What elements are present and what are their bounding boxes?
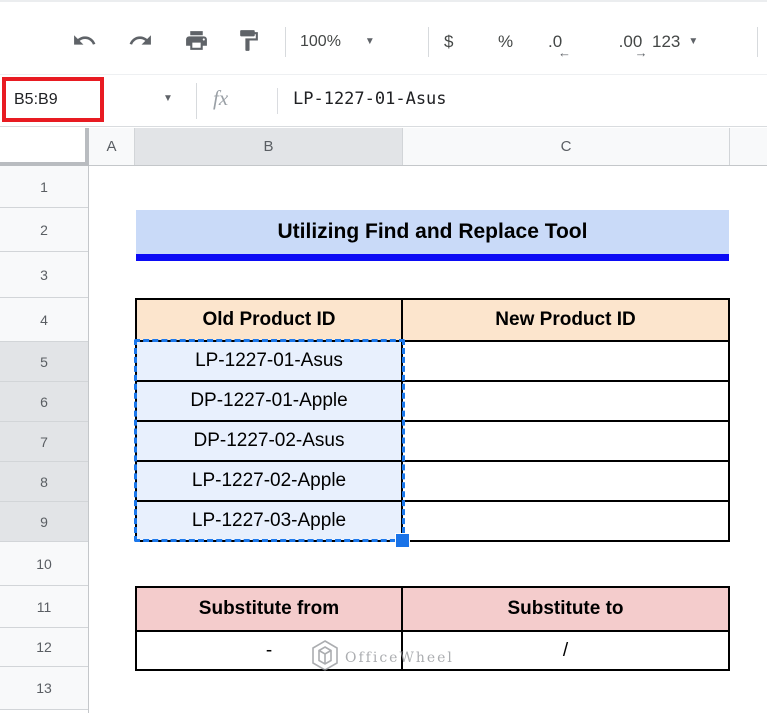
toolbar-divider [285, 27, 286, 57]
formula-input[interactable]: LP-1227-01-Asus [293, 89, 447, 109]
zoom-dropdown[interactable]: 100% ▼ [300, 24, 375, 60]
table-row: DP-1227-02-Asus [137, 420, 728, 460]
row-header-11[interactable]: 11 [0, 586, 88, 628]
cell-c4-new-product-id[interactable]: New Product ID [403, 300, 728, 340]
row-header-13[interactable]: 13 [0, 667, 88, 710]
cell-c7[interactable] [403, 422, 728, 460]
cell-c11-substitute-to[interactable]: Substitute to [403, 588, 728, 630]
row-header-6[interactable]: 6 [0, 382, 88, 422]
redo-icon [128, 28, 153, 56]
table-row: LP-1227-01-Asus [137, 340, 728, 380]
row-header-5[interactable]: 5 [0, 342, 88, 382]
cell-b9[interactable]: LP-1227-03-Apple [137, 502, 403, 540]
toolbar: 100% ▼ $ % .0 ← .00 → 123 ▼ [0, 0, 767, 75]
spreadsheet-app: 100% ▼ $ % .0 ← .00 → 123 ▼ B5:B9 ▼ fx L… [0, 0, 767, 713]
fx-icon: fx [213, 86, 229, 110]
cell-c6[interactable] [403, 382, 728, 420]
watermark-text: OfficeWheel [345, 650, 454, 666]
print-button[interactable] [178, 24, 214, 60]
cell-c5[interactable] [403, 342, 728, 380]
fill-handle[interactable] [396, 534, 409, 547]
toolbar-divider [757, 27, 758, 57]
cell-b4-old-product-id[interactable]: Old Product ID [137, 300, 403, 340]
name-box-dropdown-icon[interactable]: ▼ [163, 94, 173, 104]
name-box-value: B5:B9 [14, 90, 58, 108]
table-header-row: Old Product ID New Product ID [137, 300, 728, 340]
table-row: LP-1227-03-Apple [137, 500, 728, 540]
row-header-7[interactable]: 7 [0, 422, 88, 462]
officewheel-logo-icon [310, 639, 340, 677]
row-header-1[interactable]: 1 [0, 166, 88, 208]
cell-b11-substitute-from[interactable]: Substitute from [137, 588, 403, 630]
row-header-4[interactable]: 4 [0, 298, 88, 342]
row-header-10[interactable]: 10 [0, 542, 88, 586]
decrease-decimal-button[interactable]: .0 ← [548, 24, 571, 60]
table-row: DP-1227-01-Apple [137, 380, 728, 420]
row-header-9[interactable]: 9 [0, 502, 88, 542]
sheet-title: Utilizing Find and Replace Tool [277, 220, 588, 243]
redo-button[interactable] [122, 24, 158, 60]
row-header-3[interactable]: 3 [0, 252, 88, 298]
cell-b5[interactable]: LP-1227-01-Asus [137, 342, 403, 380]
table-header-row: Substitute from Substitute to [137, 588, 728, 630]
row-header-8[interactable]: 8 [0, 462, 88, 502]
cell-b7[interactable]: DP-1227-02-Asus [137, 422, 403, 460]
cell-b8[interactable]: LP-1227-02-Apple [137, 462, 403, 500]
paint-format-button[interactable] [230, 24, 266, 60]
row-headers: 1 2 3 4 5 6 7 8 9 10 11 12 13 [0, 166, 89, 713]
column-header-c[interactable]: C [403, 128, 730, 165]
column-headers: A B C [89, 128, 767, 166]
column-header-a[interactable]: A [89, 128, 135, 165]
row-header-12[interactable]: 12 [0, 628, 88, 667]
currency-format-button[interactable]: $ [444, 24, 453, 60]
formula-bar: B5:B9 ▼ fx LP-1227-01-Asus [0, 77, 767, 127]
cell-title-b2[interactable]: Utilizing Find and Replace Tool [136, 210, 729, 261]
cell-c9[interactable] [403, 502, 728, 540]
formula-bar-divider [277, 88, 278, 114]
cell-b6[interactable]: DP-1227-01-Apple [137, 382, 403, 420]
zoom-value: 100% [300, 33, 341, 50]
increase-decimal-button[interactable]: .00 → [619, 24, 648, 60]
chevron-down-icon: ▼ [364, 36, 375, 47]
column-header-d-partial[interactable] [730, 128, 767, 165]
percent-format-button[interactable]: % [498, 24, 513, 60]
more-formats-button[interactable]: 123 ▼ [652, 24, 698, 60]
select-all-corner[interactable] [0, 128, 89, 166]
row-header-2[interactable]: 2 [0, 208, 88, 252]
arrow-right-icon: → [634, 45, 648, 60]
formula-bar-divider [196, 83, 197, 119]
more-formats-label: 123 [652, 32, 681, 51]
undo-icon [72, 28, 97, 56]
product-id-table: Old Product ID New Product ID LP-1227-01… [135, 298, 730, 542]
table-row: LP-1227-02-Apple [137, 460, 728, 500]
watermark: OfficeWheel [310, 639, 454, 677]
arrow-left-icon: ← [558, 45, 571, 60]
paint-format-icon [236, 28, 261, 56]
print-icon [184, 28, 209, 56]
cell-c8[interactable] [403, 462, 728, 500]
toolbar-divider [428, 27, 429, 57]
chevron-down-icon: ▼ [688, 36, 699, 47]
name-box[interactable]: B5:B9 [2, 77, 104, 122]
undo-button[interactable] [66, 24, 102, 60]
column-header-b[interactable]: B [135, 128, 403, 165]
